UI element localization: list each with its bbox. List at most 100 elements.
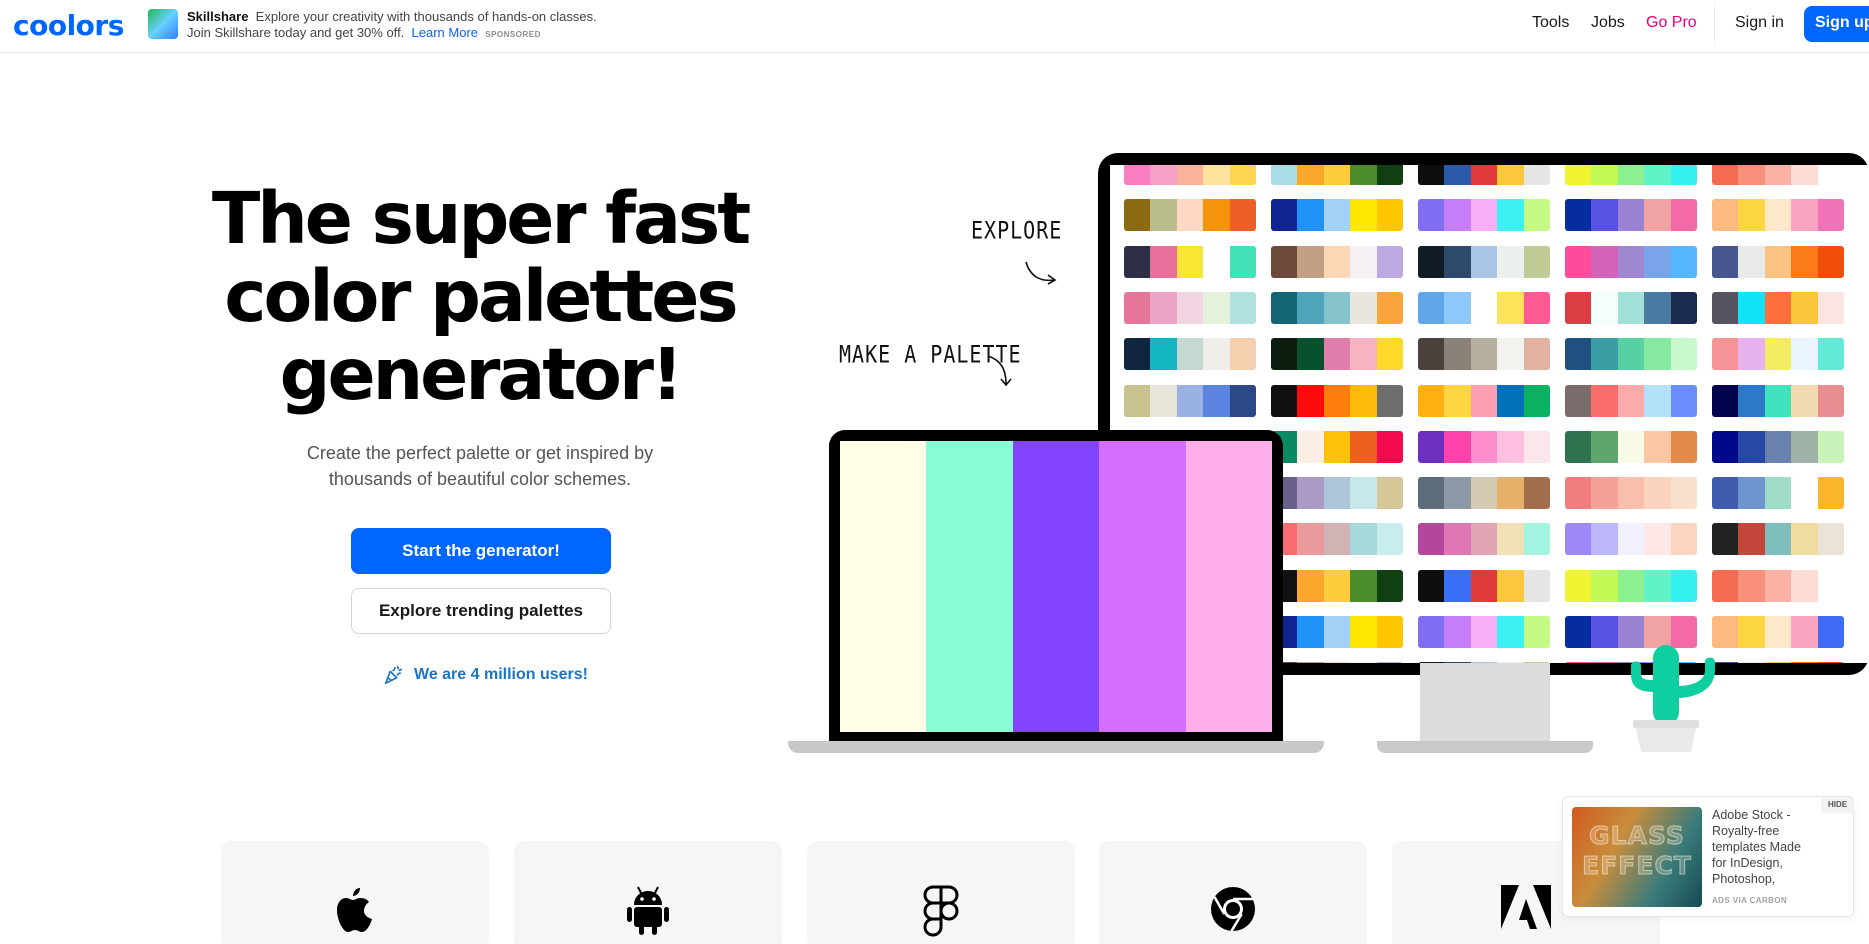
palette-color-swatch (1350, 477, 1377, 509)
palette-color-swatch (1591, 292, 1618, 324)
palette-color-swatch (1591, 662, 1618, 663)
platform-card-android[interactable] (514, 841, 782, 944)
hero-title-line: color palettes (224, 255, 738, 338)
palette-color-swatch (1670, 385, 1697, 417)
palette-color-swatch (1738, 165, 1765, 185)
palette-color-swatch (1644, 523, 1671, 555)
palette-color-swatch (1617, 292, 1645, 324)
palette-color-swatch (1565, 199, 1592, 231)
apple-icon (337, 888, 372, 932)
palette-color-swatch (1444, 523, 1471, 555)
palette-color-swatch (1150, 165, 1177, 185)
palette-color-swatch (1470, 165, 1498, 185)
palette-thumbnail (1712, 292, 1844, 324)
palette-color-swatch (1376, 570, 1403, 602)
nav-go-pro[interactable]: Go Pro (1646, 14, 1697, 32)
palette-color-swatch (1617, 477, 1645, 509)
palette-color-swatch (1418, 165, 1445, 185)
palette-thumbnail (1565, 477, 1697, 509)
palette-color-swatch (1203, 338, 1230, 370)
sign-up-button[interactable]: Sign up (1804, 6, 1869, 42)
palette-color-swatch (1176, 338, 1204, 370)
palette-color-swatch (1817, 165, 1844, 185)
carbon-ad[interactable]: GLASS EFFECT Adobe Stock - Royalty-free … (1562, 796, 1854, 917)
palette-color-swatch (1497, 616, 1524, 648)
palette-color-swatch (1712, 477, 1739, 509)
palette-color-swatch (1323, 292, 1351, 324)
palette-color-swatch (1791, 570, 1818, 602)
carbon-ad-image[interactable]: GLASS EFFECT (1572, 807, 1702, 907)
palette-color-swatch (1470, 431, 1498, 463)
palette-thumbnail (1124, 246, 1256, 278)
palette-color-swatch (1565, 292, 1592, 324)
explore-trending-button[interactable]: Explore trending palettes (351, 588, 611, 634)
android-icon (627, 886, 669, 935)
sign-in-link[interactable]: Sign in (1735, 14, 1784, 32)
palette-thumbnail (1271, 616, 1403, 648)
palette-color-swatch (1738, 477, 1765, 509)
ads-via-carbon[interactable]: ADS VIA CARBON (1712, 896, 1787, 905)
palette-color-swatch (1497, 165, 1524, 185)
chrome-icon (1211, 887, 1255, 932)
nav-tools[interactable]: Tools (1532, 14, 1569, 32)
platform-card-ios[interactable] (221, 841, 489, 944)
palette-color-swatch (1297, 523, 1324, 555)
palette-color-swatch (1644, 292, 1671, 324)
users-count-link[interactable]: We are 4 million users! (382, 664, 588, 686)
palette-thumbnail (1271, 292, 1403, 324)
ad-learn-more-link[interactable]: Learn More (412, 25, 478, 40)
palette-color-swatch (1350, 292, 1377, 324)
palette-color-swatch (1817, 662, 1844, 663)
palette-color-swatch (1124, 199, 1151, 231)
palette-color-swatch (1297, 292, 1324, 324)
palette-color-swatch (1350, 246, 1377, 278)
palette-color-swatch (1764, 662, 1792, 663)
palette-color-swatch (1764, 385, 1792, 417)
nav-jobs[interactable]: Jobs (1591, 14, 1625, 32)
palette-color-swatch (1565, 431, 1592, 463)
palette-color-swatch (1444, 477, 1471, 509)
palette-thumbnail (1271, 385, 1403, 417)
palette-color-swatch (1323, 165, 1351, 185)
palette-thumbnail (1418, 199, 1550, 231)
palette-color-swatch (1470, 477, 1498, 509)
palette-color-swatch (1376, 477, 1403, 509)
skillshare-ad-thumbnail[interactable] (148, 9, 178, 39)
palette-color-swatch (1817, 338, 1844, 370)
palette-color-swatch (1791, 616, 1818, 648)
platform-card-figma[interactable] (807, 841, 1075, 944)
palette-thumbnail (1124, 385, 1256, 417)
palette-color-swatch (1150, 199, 1177, 231)
sponsored-ad[interactable]: Skillshare Explore your creativity with … (148, 9, 608, 43)
palette-color-swatch (1764, 292, 1792, 324)
palette-color-swatch (1738, 616, 1765, 648)
palette-color-swatch (1523, 431, 1550, 463)
palette-color-swatch (1791, 199, 1818, 231)
palette-color-swatch (1764, 570, 1792, 602)
palette-thumbnail (1712, 431, 1844, 463)
palette-color-swatch (1738, 338, 1765, 370)
platform-card-chrome[interactable] (1099, 841, 1367, 944)
palette-color-swatch (1323, 199, 1351, 231)
palette-color-swatch (1523, 477, 1550, 509)
palette-color-swatch (1203, 292, 1230, 324)
monitor-stand-base (1377, 741, 1593, 753)
palette-color-swatch (1670, 199, 1697, 231)
palette-color-swatch (1591, 246, 1618, 278)
party-popper-icon (384, 665, 403, 685)
hide-ad-button[interactable]: HIDE (1821, 797, 1854, 813)
palette-color-swatch (1176, 292, 1204, 324)
start-generator-button[interactable]: Start the generator! (351, 528, 611, 574)
palette-color-swatch (1738, 246, 1765, 278)
coolors-logo[interactable]: coolors (13, 9, 124, 42)
palette-color-swatch (1497, 477, 1524, 509)
palette-color-swatch (1591, 165, 1618, 185)
palette-thumbnail (1712, 165, 1844, 185)
carbon-ad-text[interactable]: Adobe Stock - Royalty-free templates Mad… (1712, 807, 1810, 889)
palette-color-swatch (1670, 570, 1697, 602)
palette-color-swatch (1470, 385, 1498, 417)
palette-color-swatch (1229, 338, 1256, 370)
palette-color-swatch (1565, 338, 1592, 370)
palette-color-swatch (1791, 431, 1818, 463)
palette-color-swatch (1712, 165, 1739, 185)
